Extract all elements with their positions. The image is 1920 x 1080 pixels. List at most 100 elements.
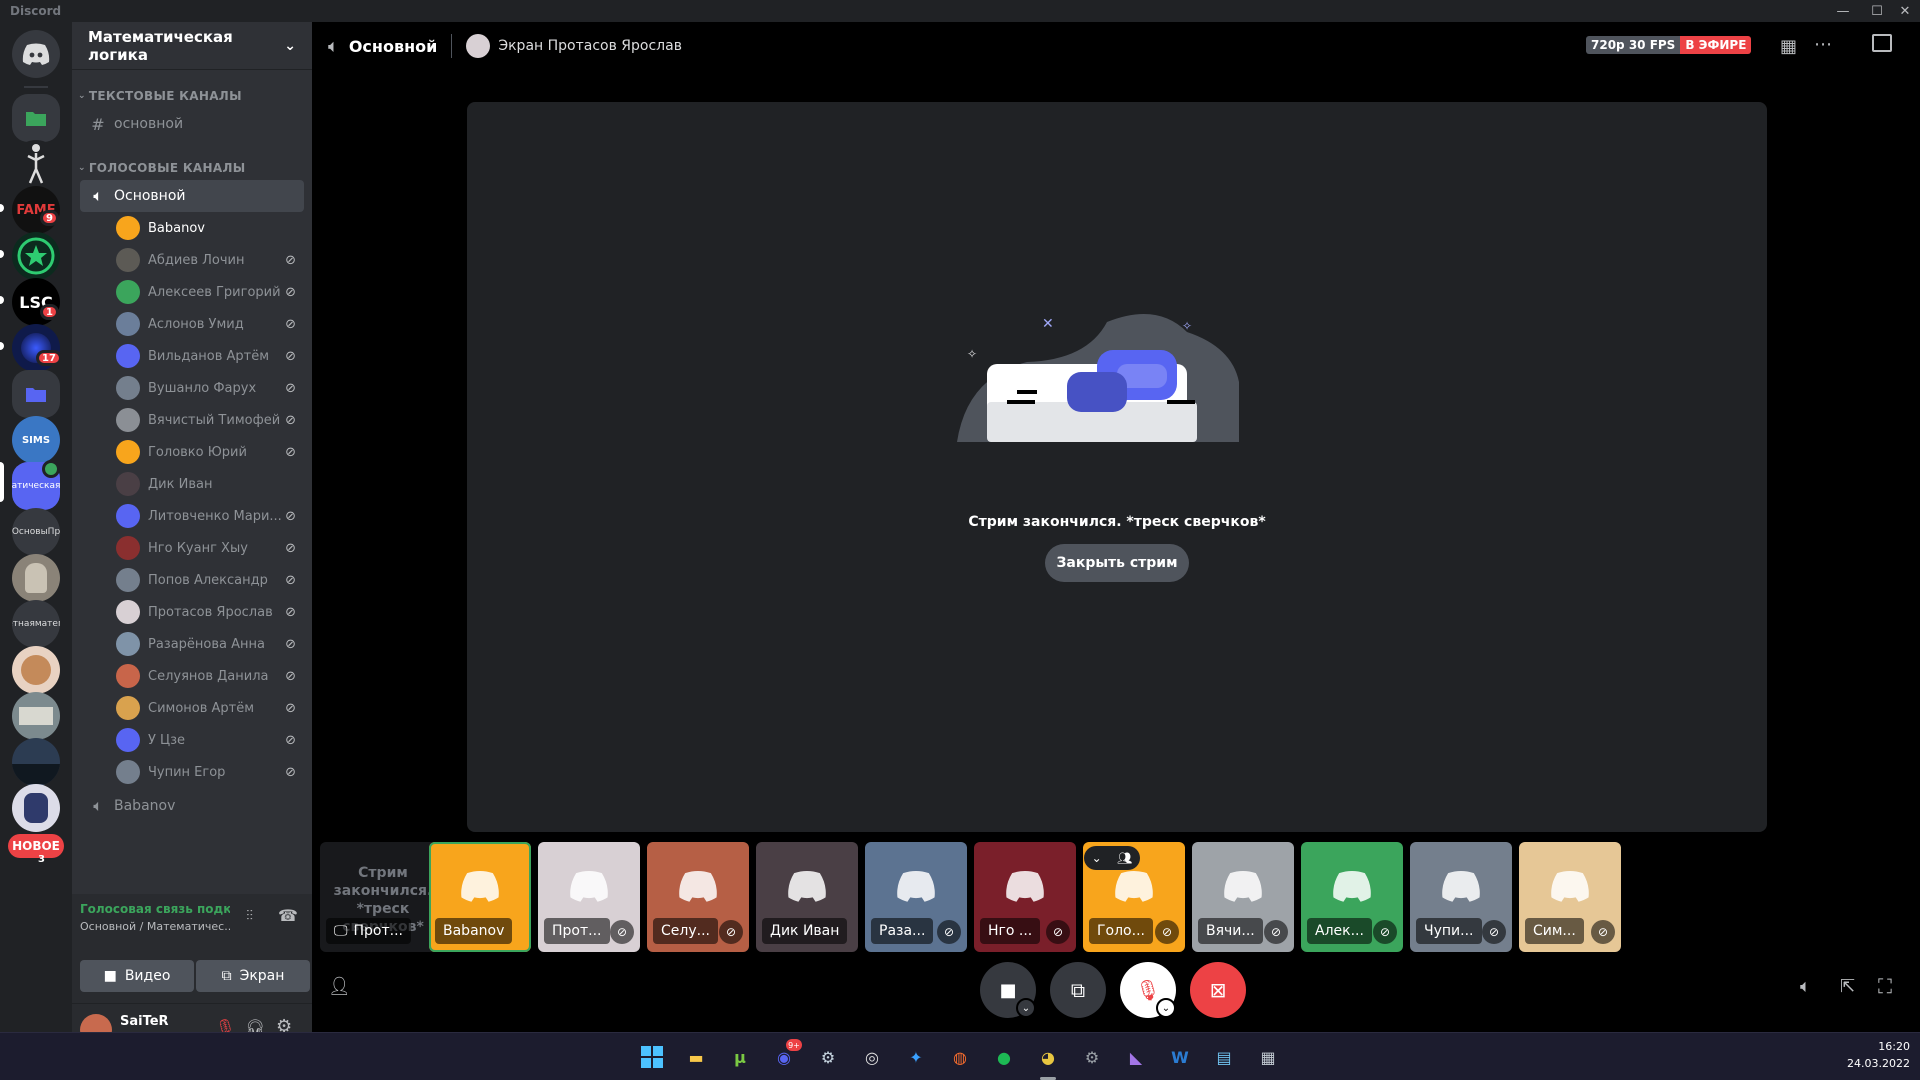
voice-status-channel[interactable]: Основной / Математичес...	[80, 920, 230, 933]
mic-muted-icon: ⊘	[285, 348, 296, 364]
utorrent-icon[interactable]: µ	[724, 1041, 756, 1073]
close-stream-button[interactable]: Закрыть стрим	[1045, 544, 1189, 582]
clock-date[interactable]: 24.03.2022	[1820, 1057, 1910, 1070]
file-explorer-icon[interactable]: ▬	[680, 1041, 712, 1073]
participant-tile[interactable]: Сим... ⊘	[1519, 842, 1621, 952]
stream-tile[interactable]: Стрим закончился. *треск сверчков* 🖵︎Про…	[320, 842, 446, 952]
voice-user[interactable]: Дик Иван	[116, 468, 304, 500]
mic-options-icon[interactable]: ⌄	[1156, 998, 1176, 1018]
calculator-icon[interactable]: ▦	[1252, 1041, 1284, 1073]
pop-out-icon[interactable]: ⇱	[1840, 976, 1855, 997]
spotify-icon[interactable]: ●	[988, 1041, 1020, 1073]
origin-icon[interactable]: ◍	[944, 1041, 976, 1073]
category-voice-channels[interactable]: ⌄ ГОЛОСОВЫЕ КАНАЛЫ	[72, 156, 312, 180]
channel-voice-osnovnoy[interactable]: 🔈︎ Основной	[80, 180, 304, 212]
camera-options-icon[interactable]: ⌄	[1016, 998, 1036, 1018]
participant-tile[interactable]: Дик Иван	[756, 842, 858, 952]
mic-muted-icon: ⊘	[285, 572, 296, 588]
battlenet-icon[interactable]: ✦	[900, 1041, 932, 1073]
channel-voice-babanov[interactable]: 🔈︎ Babanov	[80, 790, 304, 822]
voice-user[interactable]: Разарёнова Анна ⊘	[116, 628, 304, 660]
stop-stream-button[interactable]: ⊠	[1190, 962, 1246, 1018]
voice-user[interactable]: У Цзе ⊘	[116, 724, 304, 756]
cat-server-icon[interactable]	[12, 646, 60, 694]
disconnect-icon[interactable]: ☎	[278, 906, 298, 925]
mic-muted-icon: ⊘	[285, 540, 296, 556]
avatar	[116, 632, 140, 656]
voice-status-connected[interactable]: Голосовая связь подк	[80, 902, 230, 916]
participant-tile[interactable]: Селу... ⊘	[647, 842, 749, 952]
grid-layout-icon[interactable]: ▦	[1780, 36, 1797, 57]
obs-icon[interactable]: ◎	[856, 1041, 888, 1073]
statue-server-icon[interactable]	[12, 554, 60, 602]
settings-icon[interactable]: ⚙	[1076, 1041, 1108, 1073]
clock-time[interactable]: 16:20	[1820, 1040, 1910, 1053]
voice-user[interactable]: Вушанло Фарух ⊘	[116, 372, 304, 404]
mic-muted-icon: ⊘	[285, 508, 296, 524]
participant-tile[interactable]: Раза... ⊘	[865, 842, 967, 952]
voice-user[interactable]: Головко Юрий ⊘	[116, 436, 304, 468]
inbox-icon[interactable]	[1872, 34, 1892, 52]
voice-user[interactable]: Нго Куанг Хыу ⊘	[116, 532, 304, 564]
voice-user[interactable]: Селуянов Данила ⊘	[116, 660, 304, 692]
channel-text-osnovnoy[interactable]: # основной	[80, 108, 304, 140]
anatomy-server-icon[interactable]	[12, 140, 60, 188]
screen-share-button[interactable]: ⧉ Экран	[196, 960, 310, 992]
voice-user[interactable]: Аслонов Умид ⊘	[116, 308, 304, 340]
windows-start-icon[interactable]	[636, 1041, 668, 1073]
osnovy-server-icon[interactable]: ОсновыПр	[12, 508, 60, 556]
more-options-icon[interactable]: ⋯	[1814, 34, 1832, 55]
participants-toggle[interactable]: ⌄ 👥︎	[1084, 846, 1140, 870]
word-icon[interactable]: W	[1164, 1041, 1196, 1073]
new-unreads-badge[interactable]: НОВОЕ	[8, 834, 64, 858]
chrome-icon[interactable]: ◕	[1032, 1041, 1064, 1073]
close-window-button[interactable]: ✕	[1890, 0, 1920, 22]
voice-user[interactable]: Babanov	[116, 212, 304, 244]
voice-user[interactable]: Вячистый Тимофей ⊘	[116, 404, 304, 436]
participant-tile[interactable]: Алек... ⊘	[1301, 842, 1403, 952]
volume-icon[interactable]: 🔈︎	[1800, 976, 1811, 997]
mic-muted-icon: ⊘	[1155, 920, 1179, 944]
participant-tile[interactable]: Вячи... ⊘	[1192, 842, 1294, 952]
home-button[interactable]	[12, 30, 60, 78]
fullscreen-icon[interactable]: ⛶	[1878, 974, 1892, 998]
screen-share-icon: ⧉	[221, 968, 232, 984]
voice-user[interactable]: Вильданов Артём ⊘	[116, 340, 304, 372]
building-server-icon[interactable]	[12, 692, 60, 740]
voice-user[interactable]: Абдиев Лочин ⊘	[116, 244, 304, 276]
folder-icon-green[interactable]	[12, 94, 60, 142]
folder-icon-blue[interactable]	[12, 370, 60, 418]
landscape-server-icon[interactable]	[12, 738, 60, 786]
participant-tile[interactable]: Babanov	[429, 842, 531, 952]
server-header[interactable]: Математическая логика ⌄	[72, 22, 312, 70]
participant-name: Дик Иван	[762, 918, 848, 944]
share-screen-button[interactable]: ⧉	[1050, 962, 1106, 1018]
visual-studio-icon[interactable]: ◣	[1120, 1041, 1152, 1073]
discord-unread-badge: 9+	[786, 1039, 802, 1051]
stream-title: Экран Протасов Ярослав	[498, 38, 682, 54]
noise-suppression-icon[interactable]: ⫶⫶	[246, 908, 253, 924]
character-server-icon[interactable]	[12, 784, 60, 832]
discord-avatar-icon	[1224, 871, 1262, 902]
notepad-icon[interactable]: ▤	[1208, 1041, 1240, 1073]
star-server-icon[interactable]	[12, 232, 60, 280]
voice-user[interactable]: Протасов Ярослав ⊘	[116, 596, 304, 628]
video-button[interactable]: ■ Видео	[80, 960, 194, 992]
voice-user[interactable]: Симонов Артём ⊘	[116, 692, 304, 724]
category-text-channels[interactable]: ⌄ ТЕКСТОВЫЕ КАНАЛЫ	[72, 84, 312, 108]
screen-share-icon: ⧉	[1070, 978, 1086, 1002]
maximize-button[interactable]: ☐	[1862, 0, 1892, 22]
voice-user[interactable]: Алексеев Григорий ⊘	[116, 276, 304, 308]
participant-tile[interactable]: Прот... ⊘	[538, 842, 640, 952]
voice-user[interactable]: Чупин Егор ⊘	[116, 756, 304, 788]
minimize-button[interactable]: —	[1828, 0, 1858, 22]
sims-server-icon[interactable]: SIMS	[12, 416, 60, 464]
discrete-math-server-icon[interactable]: етнаяматем	[12, 600, 60, 648]
participant-tile[interactable]: Чупи... ⊘	[1410, 842, 1512, 952]
steam-icon[interactable]: ⚙	[812, 1041, 844, 1073]
voice-user-name: Разарёнова Анна	[148, 636, 266, 652]
voice-user[interactable]: Попов Александр ⊘	[116, 564, 304, 596]
add-friend-icon[interactable]: 👤︎	[328, 976, 351, 997]
participant-tile[interactable]: Нго ... ⊘	[974, 842, 1076, 952]
voice-user[interactable]: Литовченко Мари... ⊘	[116, 500, 304, 532]
